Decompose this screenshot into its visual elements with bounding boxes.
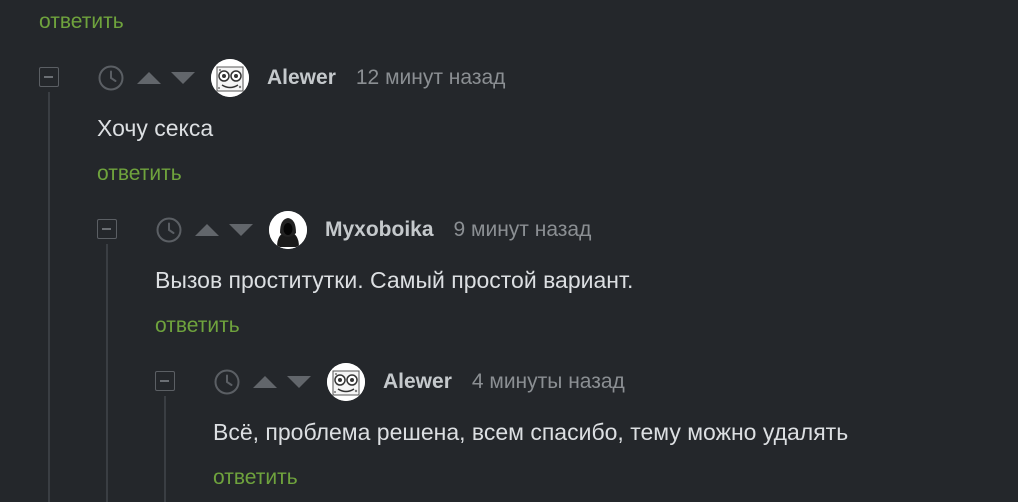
- comment-timestamp[interactable]: 9 минут назад: [454, 218, 592, 242]
- user-avatar[interactable]: [211, 59, 249, 97]
- comment-header: Alewer 4 минуты назад: [213, 362, 625, 402]
- comment-timestamp[interactable]: 12 минут назад: [356, 66, 506, 90]
- user-avatar[interactable]: [269, 211, 307, 249]
- reply-link[interactable]: ответить: [39, 11, 124, 32]
- comment-timestamp[interactable]: 4 минуты назад: [472, 370, 625, 394]
- username[interactable]: Myxoboika: [325, 218, 434, 242]
- thread-line: [106, 244, 108, 502]
- username[interactable]: Alewer: [267, 66, 336, 90]
- thread-line: [48, 92, 50, 502]
- comments-thread: ответить Alewer 12 минут назад Хочу секс…: [0, 0, 1018, 502]
- comment-header: Alewer 12 минут назад: [97, 58, 505, 98]
- clock-icon[interactable]: [97, 64, 125, 92]
- collapse-button[interactable]: [97, 219, 117, 239]
- thread-line: [164, 396, 166, 502]
- downvote-arrow-icon[interactable]: [227, 221, 255, 239]
- comment-text: Всё, проблема решена, всем спасибо, тему…: [213, 419, 849, 445]
- comment-header: Myxoboika 9 минут назад: [155, 210, 591, 250]
- upvote-arrow-icon[interactable]: [193, 221, 221, 239]
- username[interactable]: Alewer: [383, 370, 452, 394]
- reply-link[interactable]: ответить: [155, 315, 240, 336]
- reply-link[interactable]: ответить: [213, 467, 298, 488]
- downvote-arrow-icon[interactable]: [169, 69, 197, 87]
- comment-text: Хочу секса: [97, 115, 214, 141]
- reply-link[interactable]: ответить: [97, 163, 182, 184]
- user-avatar[interactable]: [327, 363, 365, 401]
- comment-text: Вызов проститутки. Самый простой вариант…: [155, 267, 634, 293]
- upvote-arrow-icon[interactable]: [251, 373, 279, 391]
- downvote-arrow-icon[interactable]: [285, 373, 313, 391]
- upvote-arrow-icon[interactable]: [135, 69, 163, 87]
- clock-icon[interactable]: [213, 368, 241, 396]
- collapse-button[interactable]: [155, 371, 175, 391]
- clock-icon[interactable]: [155, 216, 183, 244]
- collapse-button[interactable]: [39, 67, 59, 87]
